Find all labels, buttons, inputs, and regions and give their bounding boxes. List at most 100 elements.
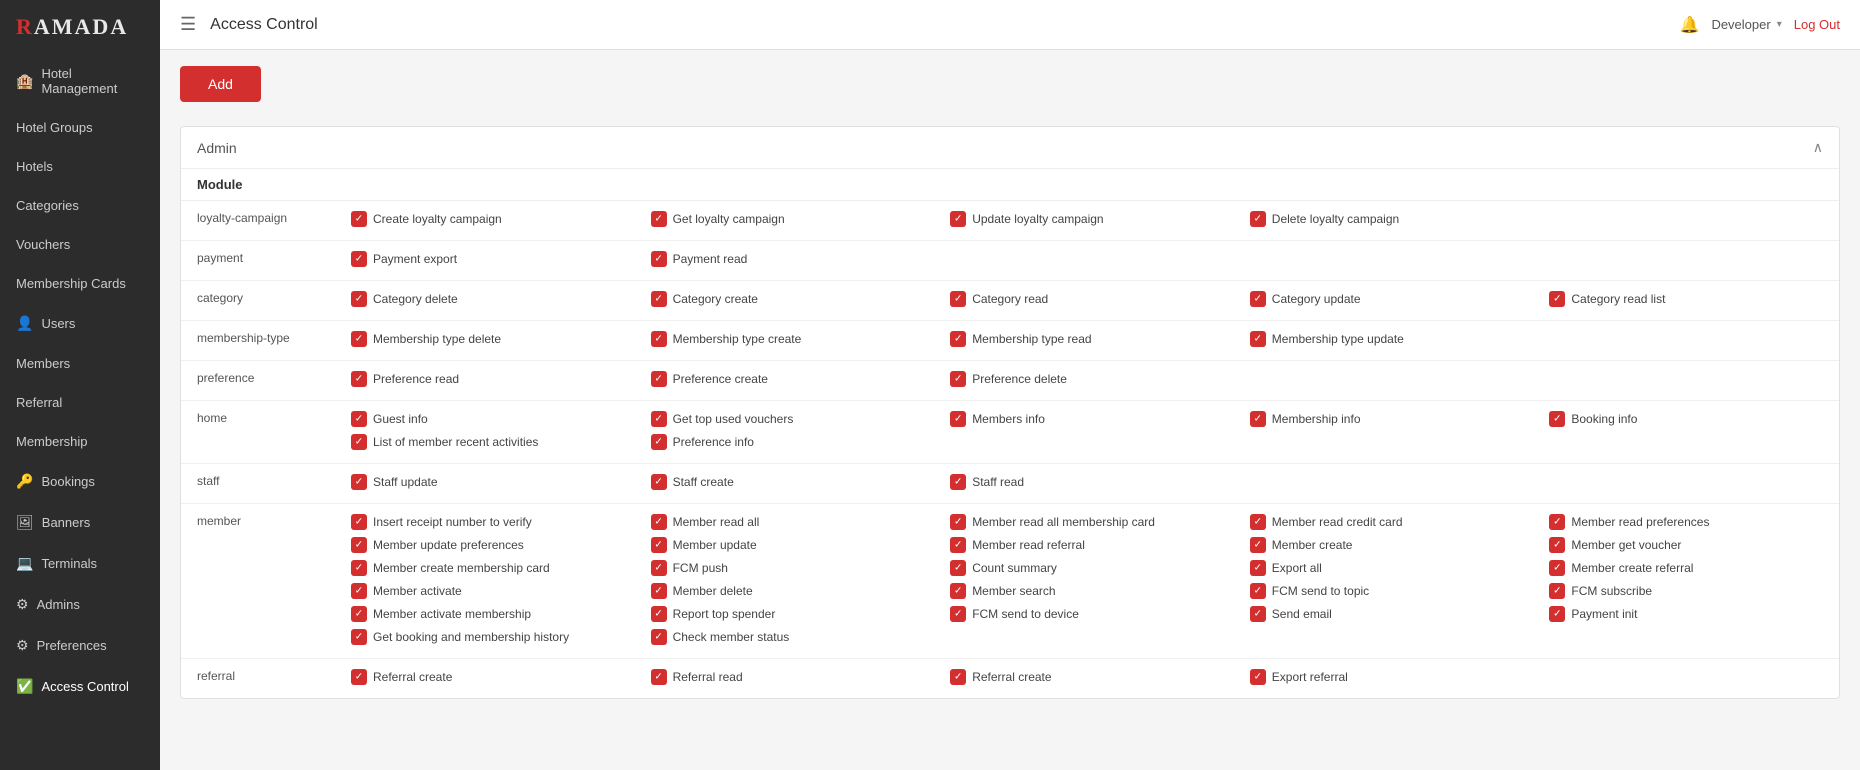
sidebar-item-membership[interactable]: Membership — [0, 422, 160, 461]
table-row: loyalty-campaignCreate loyalty campaignG… — [181, 201, 1839, 241]
permission-column: Member read credit cardMember createExpo… — [1240, 504, 1540, 658]
sidebar-item-referral[interactable]: Referral — [0, 383, 160, 422]
sidebar-item-terminals[interactable]: 💻 Terminals — [0, 543, 160, 584]
permissions-columns: Staff updateStaff createStaff read — [341, 464, 1839, 503]
permission-column: Preference create — [641, 361, 941, 400]
permission-label: Membership type update — [1272, 332, 1404, 346]
add-button[interactable]: Add — [180, 66, 261, 102]
check-icon — [1549, 291, 1565, 307]
permission-item: Membership type update — [1250, 329, 1530, 349]
bell-icon[interactable]: 🔔 — [1680, 15, 1700, 35]
permission-item: Member get voucher — [1549, 535, 1829, 555]
permission-item: Staff update — [351, 472, 631, 492]
sidebar-item-hotels[interactable]: Hotels — [0, 147, 160, 186]
sidebar-item-access-control[interactable]: ✅ Access Control — [0, 666, 160, 707]
sidebar-item-members[interactable]: Members — [0, 344, 160, 383]
permission-column: Guest infoList of member recent activiti… — [341, 401, 641, 463]
user-menu[interactable]: Developer ▾ — [1711, 17, 1781, 32]
permission-label: FCM subscribe — [1571, 584, 1652, 598]
check-icon — [950, 411, 966, 427]
sidebar-item-admins[interactable]: ⚙ Admins — [0, 584, 160, 625]
permission-label: Member activate membership — [373, 607, 531, 621]
permission-column: Preference delete — [940, 361, 1240, 400]
module-column-header: Module — [181, 169, 341, 200]
permissions-columns: Guest infoList of member recent activiti… — [341, 401, 1839, 463]
check-icon — [351, 537, 367, 553]
sidebar-item-bookings[interactable]: 🔑 Bookings — [0, 461, 160, 502]
check-icon — [651, 434, 667, 450]
check-icon — [351, 474, 367, 490]
permission-item: Membership type read — [950, 329, 1230, 349]
permission-item: FCM send to topic — [1250, 581, 1530, 601]
users-icon: 👤 — [16, 315, 33, 332]
check-icon — [1549, 411, 1565, 427]
permission-column: Category read — [940, 281, 1240, 320]
permission-label: Referral create — [373, 670, 452, 684]
sidebar: RAMADA 🏨 Hotel Management Hotel Groups H… — [0, 0, 160, 770]
permission-column: Export referral — [1240, 659, 1540, 698]
collapse-icon[interactable]: ∧ — [1813, 139, 1823, 156]
permission-label: Get top used vouchers — [673, 412, 794, 426]
check-icon — [651, 371, 667, 387]
permission-column: Membership type create — [641, 321, 941, 360]
permission-label: Member update preferences — [373, 538, 524, 552]
check-icon — [351, 371, 367, 387]
check-icon — [1549, 537, 1565, 553]
sidebar-item-vouchers[interactable]: Vouchers — [0, 225, 160, 264]
check-icon — [1250, 583, 1266, 599]
permission-item: Member read preferences — [1549, 512, 1829, 532]
permission-item: Export referral — [1250, 667, 1530, 687]
permission-label: Member get voucher — [1571, 538, 1681, 552]
check-icon — [950, 211, 966, 227]
permission-label: Category update — [1272, 292, 1361, 306]
permission-label: Guest info — [373, 412, 428, 426]
sidebar-item-categories[interactable]: Categories — [0, 186, 160, 225]
permission-label: Report top spender — [673, 607, 776, 621]
permission-column: Category update — [1240, 281, 1540, 320]
check-icon — [351, 629, 367, 645]
module-name-cell: category — [181, 281, 341, 313]
permission-column — [1539, 464, 1839, 503]
permission-item: Member delete — [651, 581, 931, 601]
permission-label: FCM send to device — [972, 607, 1079, 621]
sidebar-item-hotel-groups[interactable]: Hotel Groups — [0, 108, 160, 147]
permission-label: Member activate — [373, 584, 462, 598]
sidebar-item-users[interactable]: 👤 Users — [0, 303, 160, 344]
permission-label: Category create — [673, 292, 758, 306]
sidebar-item-preferences[interactable]: ⚙ Preferences — [0, 625, 160, 666]
permission-column: Membership info — [1240, 401, 1540, 463]
access-control-icon: ✅ — [16, 678, 33, 695]
permissions-columns: Payment exportPayment read — [341, 241, 1839, 280]
check-icon — [1250, 514, 1266, 530]
permission-label: Insert receipt number to verify — [373, 515, 532, 529]
permission-column — [1240, 241, 1540, 280]
permission-label: Member search — [972, 584, 1055, 598]
permission-column: Referral create — [341, 659, 641, 698]
permission-item: Category read list — [1549, 289, 1829, 309]
check-icon — [651, 514, 667, 530]
topbar: ☰ Access Control 🔔 Developer ▾ Log Out — [160, 0, 1860, 50]
permissions-columns-header — [341, 169, 1839, 200]
logout-button[interactable]: Log Out — [1794, 17, 1840, 32]
permission-label: Membership type create — [673, 332, 802, 346]
check-icon — [1250, 411, 1266, 427]
check-icon — [351, 434, 367, 450]
sidebar-item-membership-cards[interactable]: Membership Cards — [0, 264, 160, 303]
permission-item: Member read credit card — [1250, 512, 1530, 532]
permission-item: Count summary — [950, 558, 1230, 578]
permission-column — [1539, 659, 1839, 698]
permission-item: Member activate — [351, 581, 631, 601]
permission-item: Payment init — [1549, 604, 1829, 624]
permission-label: Member create referral — [1571, 561, 1693, 575]
permission-column: Membership type read — [940, 321, 1240, 360]
permission-column: Create loyalty campaign — [341, 201, 641, 240]
permission-item: Category read — [950, 289, 1230, 309]
check-icon — [1549, 560, 1565, 576]
permission-item: Preference info — [651, 432, 931, 452]
hamburger-icon[interactable]: ☰ — [180, 14, 196, 35]
module-name-cell: home — [181, 401, 341, 433]
permission-label: Member read referral — [972, 538, 1085, 552]
sidebar-item-banners[interactable]: 🖼 Banners — [0, 502, 160, 543]
sidebar-item-hotel-management[interactable]: 🏨 Hotel Management — [0, 54, 160, 108]
admins-icon: ⚙ — [16, 596, 29, 613]
